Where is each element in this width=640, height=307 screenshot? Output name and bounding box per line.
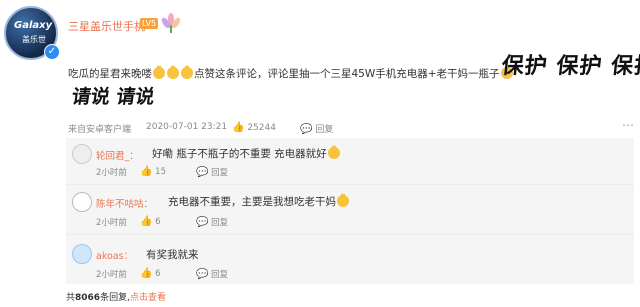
reply-like-button[interactable]: 👍 6 bbox=[140, 268, 161, 279]
thumb-up-icon: 👍 bbox=[140, 216, 153, 227]
post-username[interactable]: 三星盖乐世手机 bbox=[68, 18, 145, 34]
reply-reply-button[interactable]: 💬 回复 bbox=[196, 216, 228, 228]
sticker-please-say-label: 请说 请说 bbox=[70, 86, 156, 108]
reply-reply-label: 回复 bbox=[211, 218, 229, 228]
reply-time: 2小时前 bbox=[96, 270, 127, 280]
reply-reply-label: 回复 bbox=[211, 270, 229, 280]
post-timestamp: 2020-07-01 23:21 bbox=[146, 122, 228, 132]
reply-button[interactable]: 💬 回复 bbox=[300, 122, 333, 135]
post-text-part1: 吃瓜的星君来晚喽 bbox=[68, 68, 152, 80]
reply-avatar[interactable] bbox=[72, 192, 92, 212]
reply-icon: 💬 bbox=[300, 124, 313, 135]
thumb-up-icon: 👍 bbox=[232, 122, 245, 133]
more-dots-icon[interactable]: ⋯ bbox=[622, 118, 634, 132]
reply-username[interactable]: 轮回君_： bbox=[96, 148, 139, 162]
footer-suffix: 条回复, bbox=[100, 293, 130, 303]
avatar-logo-text: Galaxy bbox=[14, 20, 53, 31]
reply-icon: 💬 bbox=[196, 217, 209, 228]
post-text-part2: 点赞这条评论，评论里抽一个三星45W手机充电器+老干妈一瓶子 bbox=[194, 68, 500, 80]
divider bbox=[66, 184, 634, 185]
divider bbox=[66, 234, 634, 235]
flower-badge-icon bbox=[161, 13, 181, 33]
reply-count-footer: 共8066条回复,点击查看 bbox=[66, 290, 166, 303]
reply-like-count: 15 bbox=[155, 167, 166, 177]
sticker-text-please-say: 请说 请说 bbox=[70, 82, 156, 109]
cat-emoji-icon bbox=[167, 65, 179, 79]
reply-label: 回复 bbox=[315, 125, 334, 135]
like-button[interactable]: 👍 25244 bbox=[232, 122, 276, 133]
reply-like-button[interactable]: 👍 6 bbox=[140, 216, 161, 227]
total-reply-count: 8066 bbox=[75, 293, 101, 303]
cat-emoji-icon bbox=[327, 145, 340, 159]
reply-icon: 💬 bbox=[196, 269, 209, 280]
reply-time: 2小时前 bbox=[96, 218, 127, 228]
reply-reply-button[interactable]: 💬 回复 bbox=[196, 166, 228, 178]
thumb-up-icon: 👍 bbox=[140, 268, 153, 279]
verified-icon: ✓ bbox=[44, 44, 60, 60]
reply-text: 充电器不重要，主要是我想吃老干妈 bbox=[168, 193, 350, 209]
cat-emoji-icon bbox=[181, 65, 193, 79]
reply-time: 2小时前 bbox=[96, 168, 127, 178]
reply-text: 有奖我就来 bbox=[146, 249, 199, 261]
reply-like-count: 6 bbox=[155, 269, 161, 279]
view-all-replies-link[interactable]: 点击查看 bbox=[130, 293, 166, 303]
cat-emoji-icon bbox=[153, 65, 165, 79]
footer-prefix: 共 bbox=[66, 293, 76, 303]
avatar-logo-subtext: 盖乐世 bbox=[22, 35, 46, 44]
reply-reply-label: 回复 bbox=[211, 168, 229, 178]
reply-username[interactable]: 陈年不咕咕： bbox=[96, 196, 153, 210]
sticker-text-protect: 保护 保护 保护 bbox=[500, 53, 640, 79]
reply-icon: 💬 bbox=[196, 167, 209, 178]
reply-avatar[interactable] bbox=[72, 144, 92, 164]
post-text: 吃瓜的星君来晚喽 点赞这条评论，评论里抽一个三星45W手机充电器+老干妈一瓶子 bbox=[68, 65, 514, 81]
reply-text: 好嘞 瓶子不瓶子的不重要 充电器就好 bbox=[152, 145, 341, 161]
thumb-up-icon: 👍 bbox=[140, 166, 153, 177]
reply-reply-button[interactable]: 💬 回复 bbox=[196, 268, 228, 280]
reply-like-button[interactable]: 👍 15 bbox=[140, 166, 166, 177]
reply-like-count: 6 bbox=[155, 217, 161, 227]
reply-avatar[interactable] bbox=[72, 244, 92, 264]
like-count: 25244 bbox=[247, 123, 276, 133]
post-source: 来自安卓客户端 bbox=[68, 125, 132, 135]
reply-username[interactable]: akoas： bbox=[96, 248, 133, 262]
cat-emoji-icon bbox=[337, 193, 349, 207]
level-badge: LV5 bbox=[140, 18, 159, 29]
